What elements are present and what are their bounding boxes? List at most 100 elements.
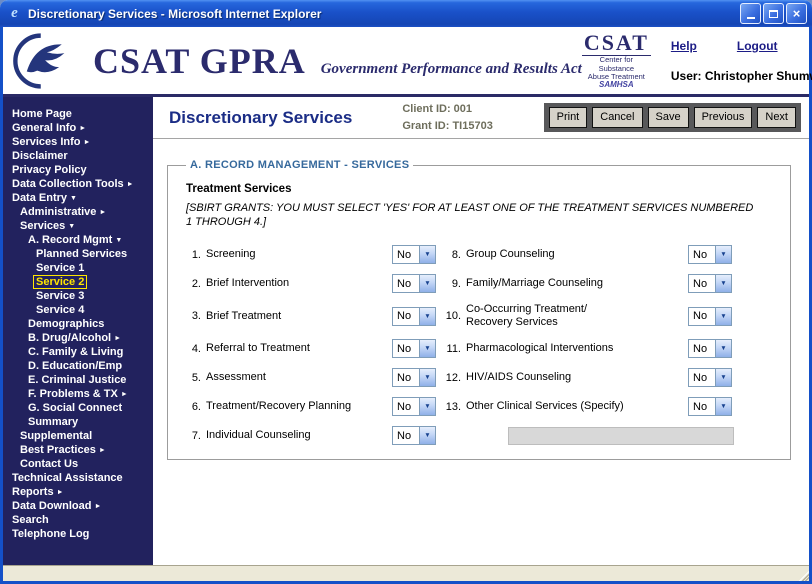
toolbar: Print Cancel Save Previous Next <box>544 103 801 131</box>
item-number: 13. <box>442 401 466 413</box>
item-number: 10. <box>442 310 466 322</box>
sidebar-item-administrative[interactable]: Administrative ► <box>3 205 153 219</box>
close-button[interactable]: × <box>786 3 807 24</box>
sidebar-item-services-info[interactable]: Services Info ► <box>3 135 153 149</box>
window-frame: CSAT GPRA Government Performance and Res… <box>0 27 812 584</box>
dropdown-arrow-icon: ▼ <box>419 275 435 292</box>
sidebar-item-contact-us[interactable]: Contact Us <box>3 457 153 471</box>
co-occurring-label: Co-Occurring Treatment/ Recovery Service… <box>466 303 688 329</box>
sidebar-item-a-record-mgmt[interactable]: A. Record Mgmt ▼ <box>3 233 153 247</box>
sidebar-item-summary[interactable]: Summary <box>3 415 153 429</box>
dropdown-arrow-icon: ▼ <box>715 275 731 292</box>
sidebar-item-reports[interactable]: Reports ► <box>3 485 153 499</box>
csat-logo-name: CSAT <box>582 31 651 56</box>
treatment-services-heading: Treatment Services <box>186 183 776 195</box>
sidebar-item-b-drug-alcohol[interactable]: B. Drug/Alcohol ► <box>3 331 153 345</box>
item-number: 12. <box>442 372 466 384</box>
dropdown-arrow-icon: ▼ <box>419 369 435 386</box>
user-label: User: Christopher Shumway <box>671 69 812 83</box>
expand-arrow-icon: ► <box>83 139 90 146</box>
grant-id-label: Grant ID: TI15703 <box>402 118 492 135</box>
item-number: 1. <box>186 249 206 261</box>
sidebar-item-e-criminal-justice[interactable]: E. Criminal Justice <box>3 373 153 387</box>
expand-arrow-icon: ► <box>99 209 106 216</box>
sidebar-item-best-practices[interactable]: Best Practices ► <box>3 443 153 457</box>
item-number: 2. <box>186 278 206 290</box>
client-grant-ids: Client ID: 001 Grant ID: TI15703 <box>402 101 492 134</box>
sidebar-item-g-social-connect[interactable]: G. Social Connect <box>3 401 153 415</box>
sidebar-item-search[interactable]: Search <box>3 513 153 527</box>
item-number: 4. <box>186 343 206 355</box>
pharmacological-interventions-label: Pharmacological Interventions <box>466 342 688 355</box>
sidebar-item-service-3[interactable]: Service 3 <box>3 289 153 303</box>
treatment-recovery-planning-dropdown[interactable]: No▼ <box>392 397 436 416</box>
sidebar-item-service-2[interactable]: Service 2 <box>3 275 153 289</box>
client-id-label: Client ID: 001 <box>402 101 492 118</box>
next-button[interactable]: Next <box>757 107 796 127</box>
previous-button[interactable]: Previous <box>694 107 753 127</box>
sidebar-item-service-1[interactable]: Service 1 <box>3 261 153 275</box>
treatment-services-form: 1. Screening No▼ 8. Group Counseling No▼… <box>186 245 776 445</box>
dropdown-arrow-icon: ▼ <box>419 246 435 263</box>
expand-arrow-icon: ► <box>127 181 134 188</box>
csat-logo-sub1: Center for Substance <box>582 56 651 73</box>
minimize-button[interactable] <box>740 3 761 24</box>
brief-treatment-dropdown[interactable]: No▼ <box>392 307 436 326</box>
sidebar-item-d-education-emp[interactable]: D. Education/Emp <box>3 359 153 373</box>
sidebar-item-technical-assistance[interactable]: Technical Assistance <box>3 471 153 485</box>
assessment-dropdown[interactable]: No▼ <box>392 368 436 387</box>
brief-intervention-dropdown[interactable]: No▼ <box>392 274 436 293</box>
individual-counseling-dropdown[interactable]: No▼ <box>392 426 436 445</box>
section-legend: A. RECORD MANAGEMENT - SERVICES <box>186 159 413 171</box>
sidebar-item-demographics[interactable]: Demographics <box>3 317 153 331</box>
sidebar-item-c-family-living[interactable]: C. Family & Living <box>3 345 153 359</box>
hiv-aids-counseling-label: HIV/AIDS Counseling <box>466 371 688 384</box>
sidebar-item-disclaimer[interactable]: Disclaimer <box>3 149 153 163</box>
sidebar-item-service-4[interactable]: Service 4 <box>3 303 153 317</box>
help-link[interactable]: Help <box>671 39 697 53</box>
group-counseling-dropdown[interactable]: No▼ <box>688 245 732 264</box>
record-management-services-section: A. RECORD MANAGEMENT - SERVICES Treatmen… <box>167 159 791 460</box>
other-clinical-services-dropdown[interactable]: No▼ <box>688 397 732 416</box>
cancel-button[interactable]: Cancel <box>592 107 642 127</box>
logout-link[interactable]: Logout <box>737 39 778 53</box>
maximize-button[interactable] <box>763 3 784 24</box>
page-header-bar: Discretionary Services Client ID: 001 Gr… <box>153 97 809 139</box>
sidebar-item-home-page[interactable]: Home Page <box>3 107 153 121</box>
treatment-recovery-planning-label: Treatment/Recovery Planning <box>206 400 392 413</box>
sidebar-item-f-problems-tx[interactable]: F. Problems & TX ► <box>3 387 153 401</box>
other-clinical-services-specify-input[interactable] <box>508 427 734 445</box>
main-content: Discretionary Services Client ID: 001 Gr… <box>153 97 809 565</box>
item-number: 11. <box>442 343 466 355</box>
expand-arrow-icon: ► <box>99 447 106 454</box>
co-occurring-dropdown[interactable]: No▼ <box>688 307 732 326</box>
sidebar-item-supplemental[interactable]: Supplemental <box>3 429 153 443</box>
expand-arrow-icon: ► <box>121 391 128 398</box>
expand-arrow-icon: ► <box>57 489 64 496</box>
sidebar-item-data-download[interactable]: Data Download ► <box>3 499 153 513</box>
browser-window: e Discretionary Services - Microsoft Int… <box>0 0 812 584</box>
expand-arrow-icon: ▼ <box>68 223 75 230</box>
resize-grip-icon[interactable] <box>796 568 809 581</box>
sidebar-item-planned-services[interactable]: Planned Services <box>3 247 153 261</box>
sidebar-item-general-info[interactable]: General Info ► <box>3 121 153 135</box>
sidebar-item-data-collection-tools[interactable]: Data Collection Tools ► <box>3 177 153 191</box>
screening-dropdown[interactable]: No▼ <box>392 245 436 264</box>
save-button[interactable]: Save <box>648 107 689 127</box>
titlebar[interactable]: e Discretionary Services - Microsoft Int… <box>0 0 812 27</box>
window-title: Discretionary Services - Microsoft Inter… <box>28 7 738 21</box>
sidebar-item-telephone-log[interactable]: Telephone Log <box>3 527 153 541</box>
family-marriage-counseling-dropdown[interactable]: No▼ <box>688 274 732 293</box>
sidebar-item-privacy-policy[interactable]: Privacy Policy <box>3 163 153 177</box>
sidebar-item-data-entry[interactable]: Data Entry ▼ <box>3 191 153 205</box>
dropdown-arrow-icon: ▼ <box>715 369 731 386</box>
print-button[interactable]: Print <box>549 107 588 127</box>
referral-to-treatment-dropdown[interactable]: No▼ <box>392 339 436 358</box>
close-icon: × <box>793 6 801 21</box>
pharmacological-interventions-dropdown[interactable]: No▼ <box>688 339 732 358</box>
sidebar-item-services[interactable]: Services ▼ <box>3 219 153 233</box>
hiv-aids-counseling-dropdown[interactable]: No▼ <box>688 368 732 387</box>
page-body: Home Page General Info ► Services Info ► <box>3 97 809 565</box>
dropdown-arrow-icon: ▼ <box>419 398 435 415</box>
brand-title: CSAT GPRA <box>93 40 306 82</box>
